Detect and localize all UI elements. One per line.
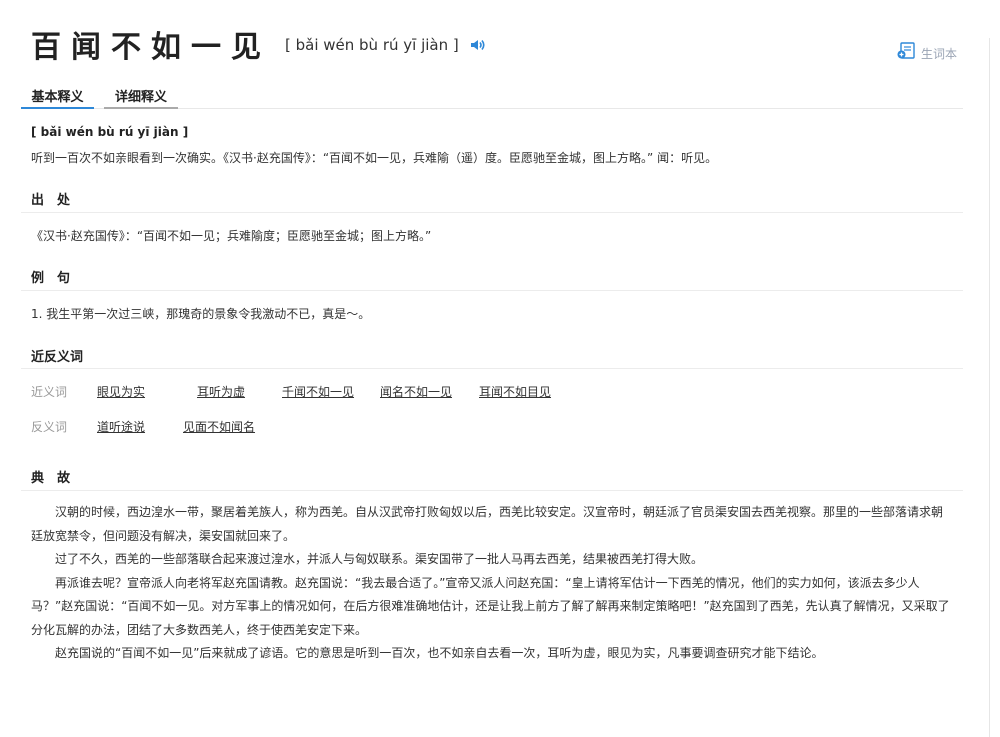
example-item: 1. 我生平第一次过三峡，那瑰奇的景象令我激动不已，真是～。 [31,307,371,321]
antonym-link[interactable]: 道听途说 [97,418,145,435]
speaker-icon[interactable] [469,36,487,54]
antonym-label: 反义词 [31,420,68,434]
synonym-link[interactable]: 耳听为虚 [197,383,245,400]
section-title-source: 出 处 [31,193,71,208]
vocab-book-icon [897,42,917,64]
story-body: 汉朝的时候，西边湟水一带，聚居着羌族人，称为西羌。自从汉武帝打败匈奴以后，西羌比… [31,501,951,666]
section-divider [21,212,963,213]
basic-definition: 听到一百次不如亲眼看到一次确实。《汉书·赵充国传》：“百闻不如一见，兵难隃（遥）… [31,151,718,165]
synonym-link[interactable]: 闻名不如一见 [380,383,452,400]
entry-word: 百闻不如一见 [31,30,271,65]
section-title-examples: 例 句 [31,271,71,286]
page-right-border [989,38,990,737]
synonym-link[interactable]: 眼见为实 [97,383,145,400]
entry-pinyin: [ bǎi wén bù rú yī jiàn ] [285,36,459,54]
synonym-link[interactable]: 耳闻不如目见 [479,383,551,400]
source-text: 《汉书·赵充国传》：“百闻不如一见；兵难隃度；臣愿驰至金城；图上方略。” [31,229,432,243]
synonym-link[interactable]: 千闻不如一见 [282,383,354,400]
section-divider [21,490,963,491]
basic-pinyin: [ bǎi wén bù rú yī jiàn ] [31,125,189,139]
entry-header: 百闻不如一见 [ bǎi wén bù rú yī jiàn ] [31,22,487,66]
section-divider [21,290,963,291]
story-paragraph: 过了不久，西羌的一些部落联合起来渡过湟水，并派人与匈奴联系。渠安国带了一批人马再… [55,552,704,566]
story-paragraph: 汉朝的时候，西边湟水一带，聚居着羌族人，称为西羌。自从汉武帝打败匈奴以后，西羌比… [31,505,944,543]
story-paragraph: 再派谁去呢？宣帝派人向老将军赵充国请教。赵充国说：“我去最合适了。”宣帝又派人问… [31,575,950,637]
section-divider [21,368,963,369]
vocab-book-label: 生词本 [921,46,958,61]
tab-detailed-meaning[interactable]: 详细释义 [104,80,178,109]
synonym-label: 近义词 [31,385,68,399]
vocab-book-button[interactable]: 生词本 [897,42,957,64]
section-title-synonyms: 近反义词 [31,350,84,365]
tab-basic-meaning[interactable]: 基本释义 [21,80,94,109]
section-title-story: 典 故 [31,471,71,486]
story-paragraph: 赵充国说的“百闻不如一见”后来就成了谚语。它的意思是听到一百次，也不如亲自去看一… [55,646,824,660]
antonym-link[interactable]: 见面不如闻名 [183,418,255,435]
tab-bar: 基本释义 详细释义 [21,80,963,109]
